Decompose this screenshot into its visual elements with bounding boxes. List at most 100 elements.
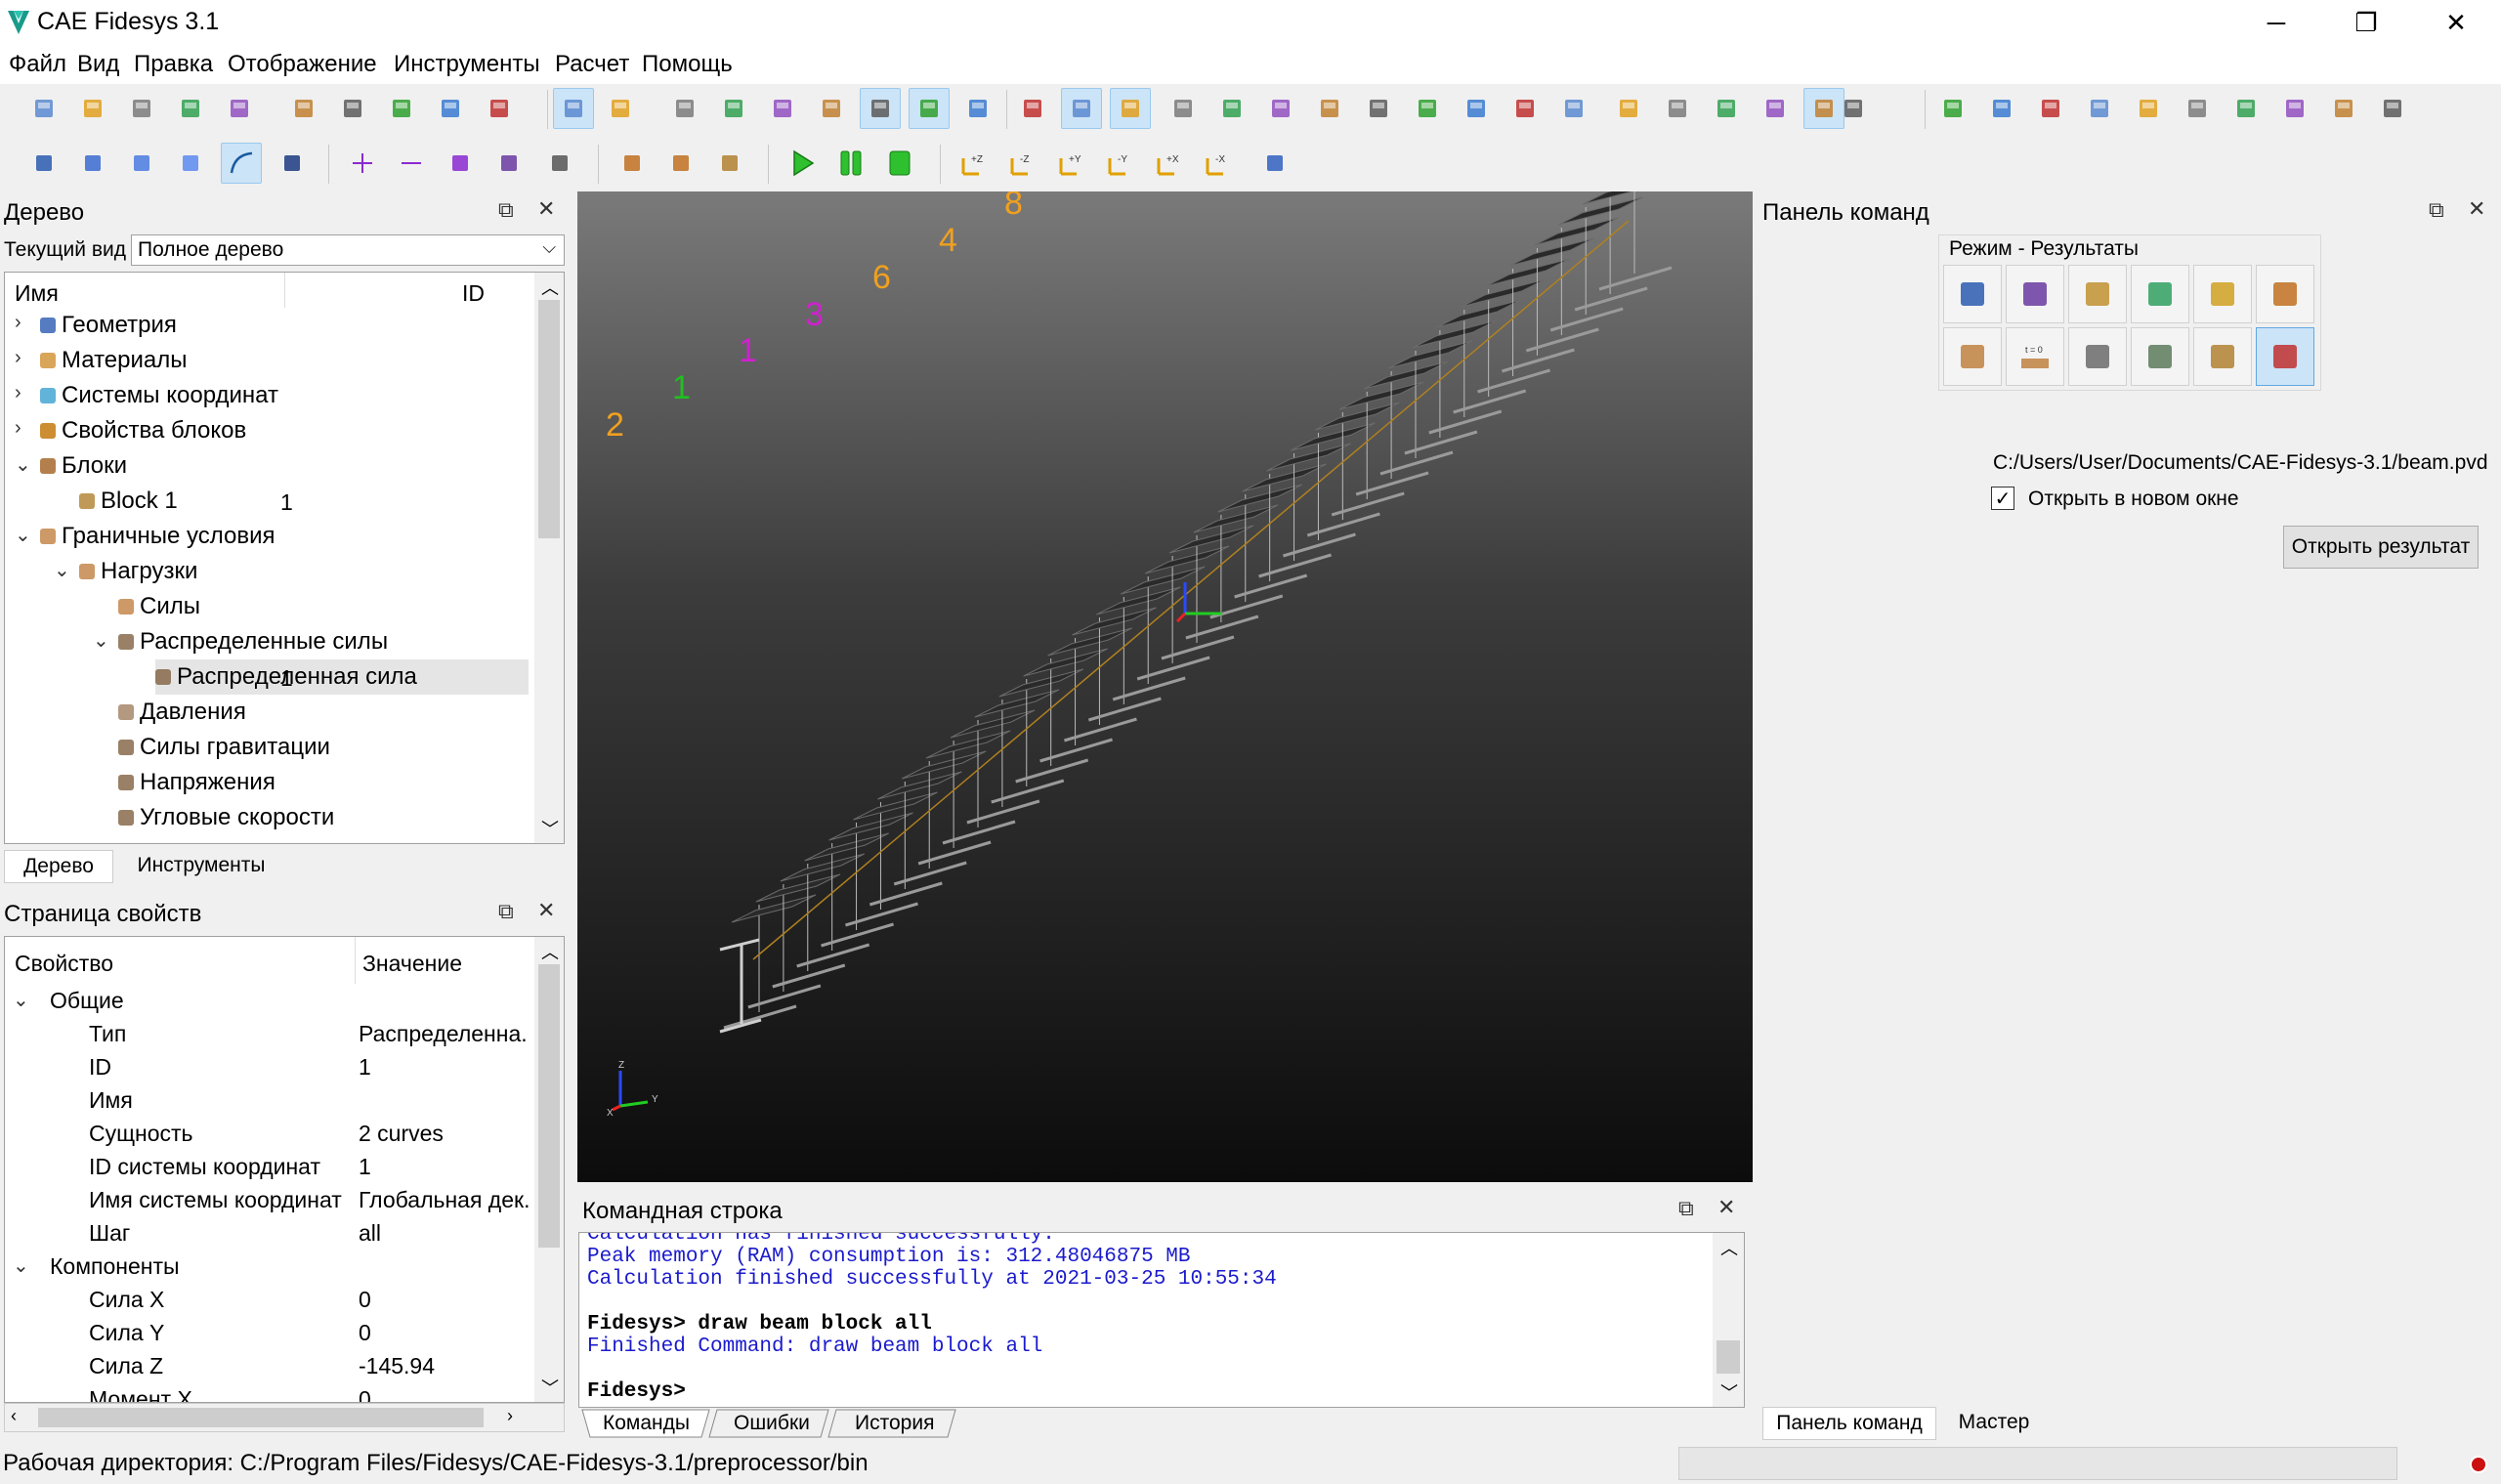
toolbar-block-button[interactable] — [709, 143, 750, 184]
tree-item[interactable]: Нагрузки — [79, 554, 197, 589]
toolbar-button-13[interactable] — [664, 88, 705, 129]
geometry-mode-button[interactable] — [1943, 265, 2002, 323]
tree-item[interactable]: Давления — [118, 695, 246, 730]
toolbar-button-33[interactable] — [1657, 88, 1698, 129]
tree-item[interactable]: Распределенная сила — [155, 659, 529, 695]
current-view-select[interactable]: Полное дерево ⌵ — [131, 234, 565, 266]
toolbar-button-12[interactable] — [600, 88, 641, 129]
toolbar-view-x-plus-button[interactable]: +X — [1149, 143, 1190, 184]
tab-wizard[interactable]: Мастер — [1940, 1407, 2048, 1438]
toolbar-button-29[interactable] — [1456, 88, 1497, 129]
toolbar-button-21[interactable] — [1061, 88, 1102, 129]
scrollbar-thumb[interactable] — [538, 300, 560, 538]
toolbar-volume-button[interactable] — [170, 143, 211, 184]
property-group[interactable]: Компоненты — [50, 1253, 180, 1280]
scroll-up-icon[interactable]: ︿ — [541, 939, 559, 964]
scroll-left-icon[interactable]: ‹ — [11, 1406, 17, 1426]
toolbar-button-25[interactable] — [1260, 88, 1301, 129]
close-window-button[interactable]: ✕ — [2411, 0, 2501, 45]
toolbar-mesh1-button[interactable] — [612, 143, 653, 184]
toolbar-curve-button[interactable] — [72, 143, 113, 184]
property-value[interactable]: 1 — [359, 1054, 371, 1081]
toolbar-button-2[interactable] — [72, 88, 113, 129]
tree-item[interactable]: Угловые скорости — [118, 800, 334, 835]
toolbar-stop-button[interactable] — [879, 143, 920, 184]
chart-mode-button[interactable] — [2068, 327, 2127, 386]
expand-icon[interactable]: › — [15, 312, 21, 334]
calculation-mode-button[interactable] — [2131, 327, 2189, 386]
toolbar-button-11[interactable] — [553, 88, 594, 129]
tree-view[interactable]: Имя ID › Геометрия › Материалы › Системы коор… — [4, 272, 565, 844]
property-value[interactable]: -145.94 — [359, 1353, 435, 1379]
menu-display[interactable]: Отображение — [228, 51, 377, 78]
toolbar-grid-button[interactable] — [539, 143, 580, 184]
console-scrollbar[interactable]: ︿ ﹀ — [1713, 1233, 1744, 1407]
scrollbar-thumb[interactable] — [38, 1408, 484, 1427]
toolbar-button-38[interactable] — [1932, 88, 1973, 129]
scrollbar-thumb[interactable] — [1717, 1340, 1740, 1374]
toolbar-button-31[interactable] — [1553, 88, 1594, 129]
collapse-icon[interactable]: ⌄ — [13, 1253, 29, 1278]
property-value[interactable]: 0 — [359, 1386, 371, 1402]
toolbar-button-40[interactable] — [2030, 88, 2071, 129]
toolbar-fit-button[interactable] — [1254, 143, 1295, 184]
toolbar-run-button[interactable] — [782, 143, 823, 184]
error-indicator-icon[interactable] — [2468, 1454, 2489, 1475]
toolbar-cube-button[interactable] — [488, 143, 530, 184]
tab-command-panel[interactable]: Панель команд — [1762, 1407, 1936, 1440]
toolbar-button-3[interactable] — [121, 88, 162, 129]
toolbar-mesh2-button[interactable] — [660, 143, 701, 184]
toolbar-button-45[interactable] — [2274, 88, 2315, 129]
toolbar-button-24[interactable] — [1211, 88, 1252, 129]
toolbar-arc-button[interactable] — [221, 143, 262, 184]
float-icon[interactable]: ⧉ — [1678, 1196, 1694, 1221]
blocks-mode-button[interactable] — [2193, 265, 2252, 323]
toolbar-button-41[interactable] — [2079, 88, 2120, 129]
toolbar-button-27[interactable] — [1358, 88, 1399, 129]
tab-tools[interactable]: Инструменты — [115, 850, 287, 881]
toolbar-button-7[interactable] — [332, 88, 373, 129]
toolbar-button-44[interactable] — [2225, 88, 2267, 129]
minimize-button[interactable]: ─ — [2231, 0, 2321, 45]
toolbar-button-15[interactable] — [762, 88, 803, 129]
toolbar-button-9[interactable] — [430, 88, 471, 129]
tab-commands[interactable]: Команды — [603, 1412, 690, 1435]
menu-edit[interactable]: Правка — [134, 51, 213, 78]
analysis-mode-button[interactable] — [2193, 327, 2252, 386]
coordinate-systems-mode-button[interactable] — [2131, 265, 2189, 323]
close-icon[interactable]: ✕ — [2468, 196, 2485, 222]
toolbar-button-19[interactable] — [957, 88, 998, 129]
toolbar-view-z-minus-button[interactable]: -Z — [1002, 143, 1043, 184]
tree-item[interactable]: Силы — [118, 589, 200, 624]
collapse-icon[interactable]: ⌄ — [15, 452, 31, 477]
tree-item[interactable]: Граничные условия — [40, 519, 276, 554]
expand-icon[interactable]: › — [15, 347, 21, 369]
scroll-down-icon[interactable]: ﹀ — [1720, 1379, 1738, 1405]
toolbar-button-28[interactable] — [1407, 88, 1448, 129]
toolbar-pause-button[interactable] — [830, 143, 871, 184]
close-icon[interactable]: ✕ — [537, 898, 555, 923]
toolbar-button-23[interactable] — [1163, 88, 1204, 129]
toolbar-point-button[interactable] — [272, 143, 313, 184]
tree-item[interactable]: Системы координат — [40, 378, 278, 413]
property-value[interactable]: 0 — [359, 1320, 371, 1346]
scroll-up-icon[interactable]: ︿ — [541, 275, 559, 300]
menu-help[interactable]: Помощь — [642, 51, 733, 78]
menu-calculation[interactable]: Расчет — [555, 51, 629, 78]
tree-item[interactable]: Материалы — [40, 343, 188, 378]
toolbar-surface-button[interactable] — [121, 143, 162, 184]
toolbar-button-32[interactable] — [1608, 88, 1649, 129]
initial-time-mode-button[interactable]: t = 0 — [2006, 327, 2064, 386]
toolbar-button-39[interactable] — [1981, 88, 2022, 129]
properties-scrollbar[interactable]: ︿ ﹀ — [534, 937, 564, 1402]
collapse-icon[interactable]: ⌄ — [13, 988, 29, 1012]
tree-item[interactable]: Напряжения — [118, 765, 276, 800]
toolbar-view-y-minus-button[interactable]: -Y — [1100, 143, 1141, 184]
toolbar-button-42[interactable] — [2128, 88, 2169, 129]
tab-tree[interactable]: Дерево — [4, 850, 113, 883]
tree-item[interactable]: Блоки — [40, 448, 127, 484]
tree-item[interactable]: Block 1 — [79, 484, 178, 519]
toolbar-rect-button[interactable] — [440, 143, 481, 184]
close-icon[interactable]: ✕ — [1717, 1195, 1735, 1220]
tree-item[interactable]: Геометрия — [40, 308, 177, 343]
